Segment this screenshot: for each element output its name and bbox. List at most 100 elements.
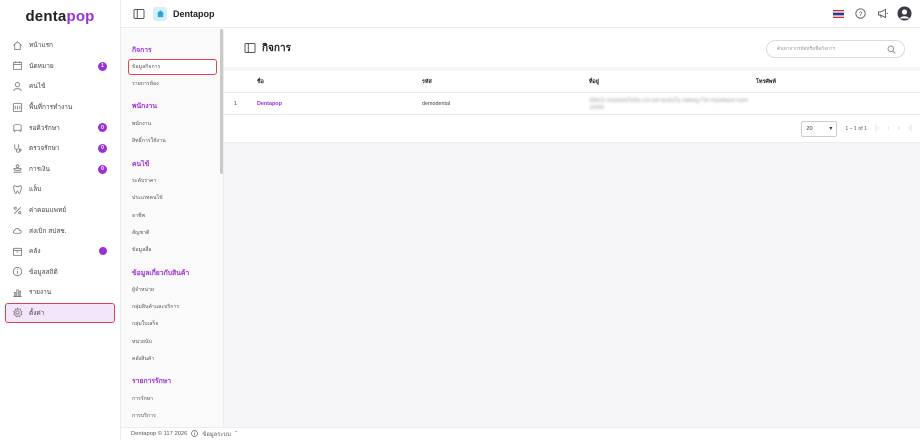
- submenu-item[interactable]: คลังสินค้า: [121, 350, 223, 367]
- per-page-value: 20: [806, 125, 813, 132]
- sidebar-item-label: ค่าคอมแพทย์: [29, 207, 67, 215]
- submenu-item[interactable]: สิทธิ์การใช้งาน: [121, 132, 223, 149]
- avatar[interactable]: [897, 6, 912, 21]
- info-icon: [11, 266, 23, 278]
- sidebar-item-label: พื้นที่การทำงาน: [29, 104, 73, 112]
- sidebar-item-label: ข้อมูลสถิติ: [29, 268, 58, 276]
- column-header-code[interactable]: รหัส: [422, 78, 589, 86]
- submenu-item[interactable]: กลุ่มสินค้าและบริการ: [121, 299, 223, 316]
- sidebar-item-label: หน้าแรก: [29, 42, 53, 50]
- money-icon: [11, 163, 23, 175]
- main-content: กิจการ ค้นหาจากรหัสหรือชื่อกิจการ ชื่อ ร…: [224, 29, 920, 427]
- column-header-name[interactable]: ชื่อ: [257, 78, 422, 86]
- announcement-icon[interactable]: [875, 6, 890, 21]
- clinic-logo-icon: [153, 6, 167, 21]
- submenu-item[interactable]: รายการห้อง: [121, 75, 223, 92]
- business-code: demodental: [422, 100, 451, 107]
- sidebar-item-label: คลัง: [29, 248, 41, 256]
- submenu-item[interactable]: ระดับราคา: [121, 173, 223, 190]
- sidebar-item-label: รายงาน: [29, 289, 52, 297]
- sidebar-nav: หน้าแรกนัดหมาย 1 คนไข้พื้นที่การทำงานรอคิว…: [0, 35, 120, 323]
- business-name-link[interactable]: Dentapop: [257, 101, 422, 107]
- last-page-icon[interactable]: ›|: [908, 125, 912, 132]
- submenu-item[interactable]: การบริการ: [121, 408, 223, 425]
- per-page-select[interactable]: 20 ▾: [801, 120, 838, 137]
- report-icon: [11, 286, 23, 298]
- brand-text: denta: [25, 7, 67, 25]
- sidebar-item[interactable]: ตั้งค่า: [5, 302, 115, 323]
- business-address: 299/22 ถนนพหลโยธิน แขวงสามเสนใน เขตพญาไท…: [589, 97, 748, 111]
- sidebar-item[interactable]: ข้อมูลสถิติ: [0, 262, 120, 283]
- sidebar-item[interactable]: แล็บ: [0, 179, 120, 200]
- footer: Dentapop © 117 2026 ข้อมูลระบบ ⌃: [121, 427, 920, 440]
- sidebar-toggle-icon[interactable]: [133, 8, 145, 20]
- submenu-group-title: กิจการ: [132, 47, 152, 54]
- workspace-icon: [11, 101, 23, 113]
- submenu-group-title: พนักงาน: [132, 103, 158, 111]
- brand-accent-text: pop: [66, 7, 95, 25]
- submenu-scrollbar[interactable]: [220, 29, 223, 174]
- flag-icon[interactable]: [831, 6, 846, 21]
- search-input[interactable]: ค้นหาจากรหัสหรือชื่อกิจการ: [766, 40, 905, 58]
- sidebar-item[interactable]: รอคิวรักษา 0: [0, 117, 120, 138]
- pagination-range: 1 – 1 of 1: [845, 125, 867, 132]
- sidebar-item[interactable]: ค่าคอมแพทย์: [0, 200, 120, 221]
- sidebar-item[interactable]: คนไข้: [0, 76, 120, 97]
- main-sidebar: denta pop หน้าแรกนัดหมาย 1 คนไข้พื้นที่การท…: [0, 0, 121, 440]
- cloud-icon: [11, 225, 23, 237]
- next-page-icon[interactable]: ›: [898, 125, 900, 132]
- tooth-icon: [11, 183, 23, 195]
- box-icon: [11, 245, 23, 257]
- submenu-item[interactable]: สัญชาติ: [121, 224, 223, 241]
- sidebar-item[interactable]: นัดหมาย 1: [0, 56, 120, 77]
- sidebar-item[interactable]: ตรวจรักษา 0: [0, 138, 120, 159]
- submenu-item[interactable]: ข้อมูลสื่อ: [121, 241, 223, 258]
- count-badge: 0: [98, 164, 107, 174]
- count-badge: 1: [98, 61, 107, 71]
- submenu-item[interactable]: กลุ่มใบเสร็จ: [121, 316, 223, 333]
- chevron-up-icon[interactable]: ⌃: [234, 431, 239, 437]
- count-badge: 0: [98, 143, 107, 153]
- submenu-item[interactable]: หน่วยนับ: [121, 333, 223, 350]
- help-icon[interactable]: ?: [853, 6, 868, 21]
- home-icon: [11, 39, 23, 51]
- sidebar-item-label: นัดหมาย: [29, 62, 54, 70]
- submenu-item[interactable]: การรักษา: [121, 390, 223, 407]
- settings-submenu: กิจการ ข้อมูลกิจการ รายการห้อง พนักงาน พนักง…: [121, 29, 224, 427]
- panel-icon: [244, 42, 256, 54]
- submenu-item[interactable]: พนักงาน: [121, 115, 223, 132]
- table-header: ชื่อ รหัส ที่อยู่ โทรศัพท์: [224, 71, 920, 93]
- submenu-item[interactable]: ข้อมูลกิจการ: [128, 59, 217, 75]
- search-icon[interactable]: [887, 45, 896, 56]
- brand-logo[interactable]: denta pop: [0, 0, 120, 32]
- submenu-item[interactable]: ประเภทคนไข้: [121, 190, 223, 207]
- column-header-phone[interactable]: โทรศัพท์: [756, 78, 916, 86]
- table-row[interactable]: 1 Dentapop demodental 299/22 ถนนพหลโยธิน…: [224, 93, 920, 115]
- submenu-item[interactable]: ผู้จำหน่าย: [121, 282, 223, 299]
- first-page-icon[interactable]: |‹: [875, 125, 879, 132]
- sidebar-item-label: คนไข้: [29, 83, 46, 91]
- submenu-group-title: ข้อมูลเกี่ยวกับสินค้า: [132, 269, 190, 277]
- footer-copyright: Dentapop © 117 2026: [131, 431, 188, 437]
- stethoscope-icon: [11, 142, 23, 154]
- submenu-group-title: รายการรักษา: [132, 378, 172, 386]
- submenu-item[interactable]: อาชีพ: [121, 207, 223, 224]
- search-placeholder: ค้นหาจากรหัสหรือชื่อกิจการ: [777, 47, 836, 52]
- sidebar-item[interactable]: หน้าแรก: [0, 35, 120, 56]
- pagination: 20 ▾ 1 – 1 of 1 |‹ ‹ › ›|: [224, 115, 920, 143]
- sidebar-item[interactable]: คลัง: [0, 241, 120, 262]
- sidebar-item-label: ตรวจรักษา: [29, 145, 60, 153]
- prev-page-icon[interactable]: ‹: [887, 125, 889, 132]
- notification-dot: [99, 246, 107, 255]
- sidebar-item[interactable]: พื้นที่การทำงาน: [0, 97, 120, 118]
- count-badge: 0: [98, 123, 107, 133]
- sidebar-item[interactable]: รายงาน: [0, 282, 120, 303]
- sidebar-item[interactable]: การเงิน 0: [0, 159, 120, 180]
- column-header-address[interactable]: ที่อยู่: [589, 78, 756, 86]
- page-title: กิจการ: [262, 42, 291, 54]
- business-table: ชื่อ รหัส ที่อยู่ โทรศัพท์ 1 Dentapop de…: [224, 71, 920, 143]
- sidebar-item-label: ตั้งค่า: [29, 309, 45, 317]
- sidebar-item[interactable]: ส่งเบิก สปสช.: [0, 220, 120, 241]
- footer-system-info[interactable]: ข้อมูลระบบ: [202, 429, 230, 439]
- user-icon: [11, 80, 23, 92]
